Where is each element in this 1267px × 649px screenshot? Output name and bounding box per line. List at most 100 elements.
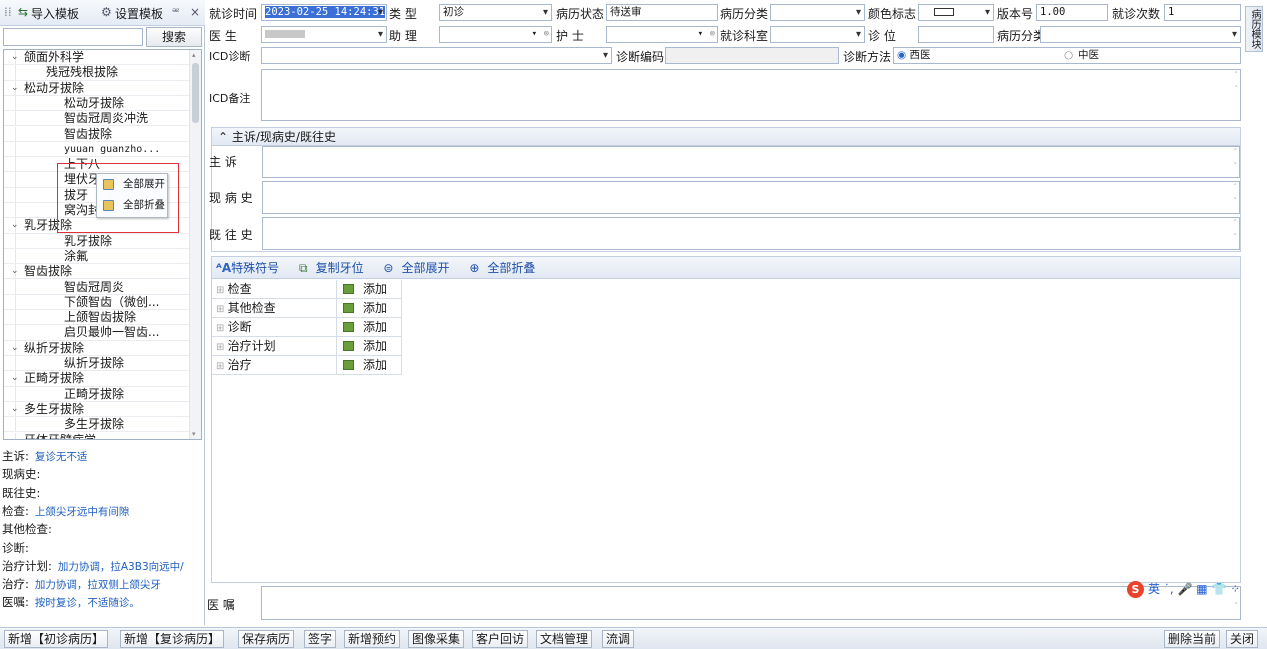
icd-select[interactable] (261, 47, 612, 64)
expand-plus-icon[interactable]: ⊞ (216, 342, 228, 353)
expand-plus-icon[interactable]: ⊞ (216, 323, 228, 334)
bottom-button[interactable]: 新增【初诊病历】 (4, 630, 109, 648)
expand-plus-icon[interactable]: ⊞ (216, 304, 228, 315)
tree-item[interactable]: ⌄ 颌面外科学 (4, 50, 189, 66)
color-select[interactable] (918, 4, 994, 21)
tree-item[interactable]: 上颌智齿拔除 (4, 310, 189, 326)
collapse-icon[interactable]: ⌃ (218, 130, 232, 144)
mic-icon[interactable]: 🎤 (1177, 582, 1192, 596)
side-tab-record-modules[interactable]: 病历模块 (1245, 6, 1263, 52)
bottom-button[interactable]: 图像采集 (408, 630, 465, 648)
tree-item[interactable]: yuuan guanzho... (4, 141, 189, 158)
assistant-select[interactable]: ▾ ⊗ (439, 26, 552, 43)
search-button[interactable]: 搜索 (146, 27, 202, 47)
chevron-down-icon[interactable]: ⌄ (11, 371, 19, 386)
exam-row[interactable]: ⊞ 治疗 添加 (212, 356, 402, 375)
version-field[interactable]: 1.00 (1036, 4, 1108, 21)
clear-icon[interactable]: ⊗ (544, 27, 549, 42)
exam-row[interactable]: ⊞ 检查 添加 (212, 280, 402, 299)
clear-icon[interactable]: ⊗ (710, 27, 715, 42)
tree-item[interactable]: ⌄ 松动牙拔除 (4, 80, 189, 96)
special-symbol-button[interactable]: ᴬA特殊符号 (216, 261, 287, 275)
present-textarea[interactable] (262, 181, 1240, 214)
add-button[interactable]: 添加 (336, 280, 402, 298)
bottom-button[interactable]: 文档管理 (536, 630, 593, 648)
add-button[interactable]: 添加 (336, 318, 402, 336)
tree-item[interactable]: 乳牙拔除 (4, 233, 189, 249)
tree-scrollbar[interactable]: ▴ ▾ (189, 50, 201, 439)
exam-row[interactable]: ⊞ 诊断 添加 (212, 318, 402, 337)
copy-tooth-button[interactable]: ⧉ 复制牙位 (299, 261, 372, 275)
import-template-button[interactable]: 导入模板 (31, 5, 79, 22)
bottom-button[interactable]: 客户回访 (472, 630, 529, 648)
tree-item[interactable]: 智齿冠周炎 (4, 279, 189, 295)
add-button[interactable]: 添加 (336, 356, 402, 374)
pin-icon[interactable]: ᵆ (172, 5, 180, 19)
chevron-down-icon[interactable]: ⌄ (11, 341, 19, 356)
tree-item[interactable]: 牙体牙髓病学 (4, 432, 189, 439)
ime-toolbar[interactable]: S英 ˙, 🎤 ▦ 👕 ⁘ (1127, 580, 1263, 598)
add-button[interactable]: 添加 (336, 337, 402, 355)
expand-plus-icon[interactable]: ⊞ (216, 285, 228, 296)
chevron-down-icon[interactable]: ⌄ (11, 50, 19, 65)
tree-item[interactable]: 涂氟 (4, 248, 189, 265)
radio-empty-icon[interactable]: ○ (1064, 48, 1073, 63)
chevron-down-icon[interactable]: ⌄ (11, 81, 19, 96)
chevron-down-icon[interactable]: ⌄ (11, 218, 19, 233)
chevron-down-icon[interactable]: ⌄ (11, 402, 19, 417)
tree-item[interactable]: 松动牙拔除 (4, 95, 189, 112)
exam-row[interactable]: ⊞ 治疗计划 添加 (212, 337, 402, 356)
radio-checked-icon[interactable]: ◉ (897, 49, 906, 61)
record-status-field[interactable]: 待送审 (606, 4, 718, 21)
tree-item[interactable]: 正畸牙拔除 (4, 386, 189, 402)
bottom-button[interactable]: 保存病历 (238, 630, 295, 648)
bottom-button[interactable]: 删除当前 (1164, 630, 1221, 648)
history-group-header[interactable]: ⌃ 主诉/现病史/既往史 (212, 128, 1240, 146)
apps-icon[interactable]: ⁘ (1230, 582, 1240, 596)
seat-field[interactable] (918, 26, 994, 43)
template-tree[interactable]: ▴ ▾ ⌄ 颌面外科学 残冠残根拔除 ⌄ 松动牙拔除 松动牙拔除 智齿冠周炎冲洗 智齿拔除 yu… (3, 49, 202, 440)
past-textarea[interactable] (262, 217, 1240, 250)
add-button[interactable]: 添加 (336, 299, 402, 317)
tree-item[interactable]: ⌄ 正畸牙拔除 (4, 371, 189, 387)
record-class-select[interactable] (770, 4, 865, 21)
punct-icon[interactable]: ˙, (1164, 582, 1178, 596)
expand-all-button[interactable]: ⊜ 全部展开 (383, 261, 457, 275)
scroll-thumb[interactable] (192, 63, 199, 123)
settings-template-button[interactable]: 设置模板 (115, 5, 163, 22)
visit-count-field[interactable]: 1 (1164, 4, 1241, 21)
tree-item[interactable]: 智齿拔除 (4, 126, 189, 142)
tree-item[interactable]: ⌄ 纵折牙拔除 (4, 340, 189, 356)
doctor-select[interactable] (261, 26, 387, 43)
search-input[interactable] (3, 28, 143, 46)
diag-western-radio[interactable]: 西医 (910, 49, 931, 61)
menu-item-expand-all[interactable]: 全部展开 (97, 174, 167, 195)
menu-item-collapse-all[interactable]: 全部折叠 (97, 195, 167, 216)
expand-plus-icon[interactable]: ⊞ (216, 361, 228, 372)
tree-item[interactable]: ⌄ 智齿拔除 (4, 264, 189, 280)
bottom-button[interactable]: 签字 (304, 630, 337, 648)
keyboard-icon[interactable]: ▦ (1196, 582, 1207, 596)
advice-textarea[interactable] (261, 586, 1241, 620)
diag-chinese-radio[interactable]: 中医 (1078, 48, 1099, 63)
tree-item[interactable]: 启贝最帅一智齿... (4, 325, 189, 341)
nurse-select[interactable]: ▾ ⊗ (606, 26, 718, 43)
bottom-button[interactable]: 新增【复诊病历】 (120, 630, 225, 648)
visit-time-field[interactable]: 2023-02-25 14:24:31 (261, 4, 387, 21)
tree-item[interactable]: 残冠残根拔除 (4, 65, 189, 81)
scroll-down-icon[interactable]: ▾ (192, 430, 196, 438)
bottom-button[interactable]: 流调 (602, 630, 635, 648)
type-select[interactable]: 初诊 (439, 4, 552, 21)
exam-row[interactable]: ⊞ 其他检查 添加 (212, 299, 402, 318)
tree-item[interactable]: ⌄ 多生牙拔除 (4, 401, 189, 418)
bottom-button[interactable]: 新增预约 (344, 630, 401, 648)
bottom-button[interactable]: 关闭 (1226, 630, 1259, 648)
chevron-down-icon[interactable]: ⌄ (11, 264, 19, 279)
tree-item[interactable]: 下颌智齿（微创... (4, 294, 189, 311)
icd-note-textarea[interactable] (261, 69, 1241, 121)
record-class2-select[interactable] (1040, 26, 1241, 43)
chief-textarea[interactable] (262, 146, 1240, 178)
ime-lang[interactable]: 英 (1148, 582, 1160, 596)
tree-item[interactable]: 纵折牙拔除 (4, 356, 189, 372)
skin-icon[interactable]: 👕 (1211, 582, 1226, 596)
